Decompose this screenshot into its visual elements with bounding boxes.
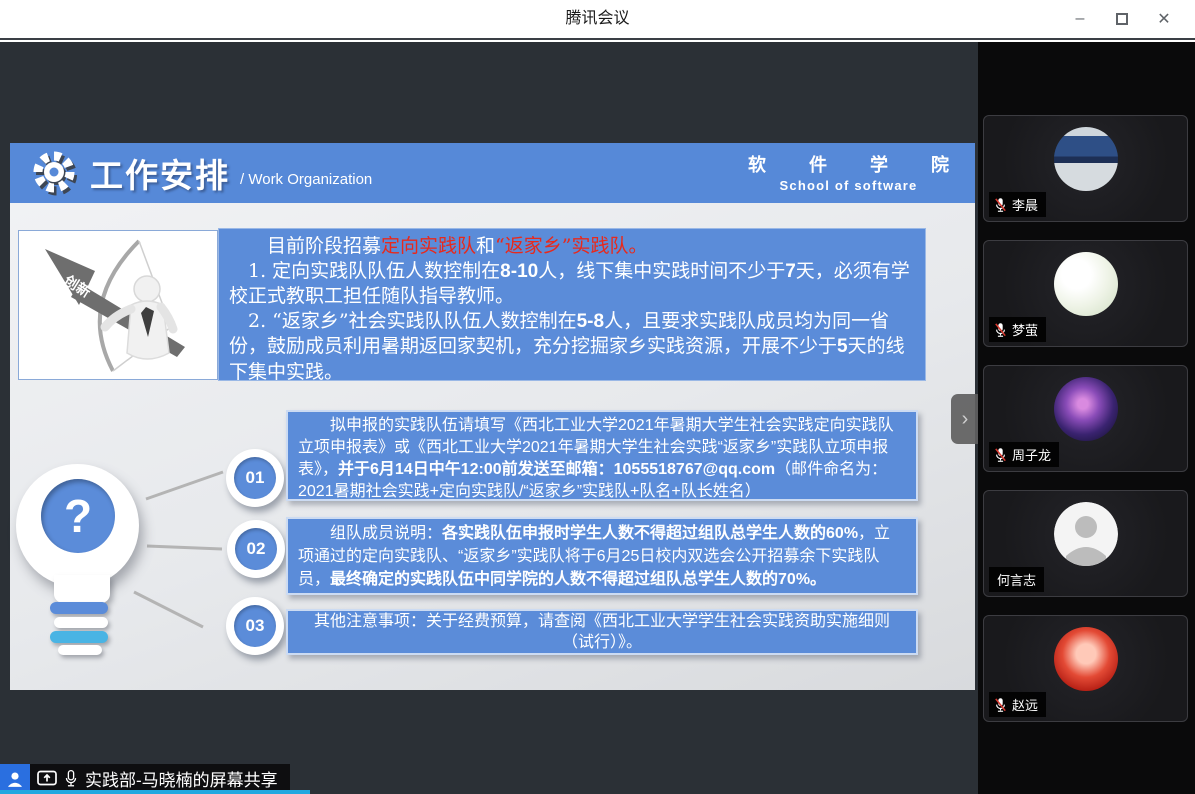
panel-expand-tab[interactable]: ›	[951, 394, 979, 444]
close-button[interactable]: ✕	[1143, 0, 1185, 38]
participant-tile[interactable]: 梦萤	[983, 240, 1188, 347]
bulb-stripe	[54, 617, 108, 628]
microphone-icon	[64, 769, 78, 788]
minimize-button[interactable]: –	[1059, 0, 1101, 38]
intro-line-1: 目前阶段招募定向实践队和“返家乡”实践队。	[229, 234, 913, 259]
participant-name-tag: 李晨	[989, 192, 1046, 217]
presentation-slide: 工作安排 / Work Organization 软 件 学 院 School …	[10, 143, 975, 690]
avatar	[1054, 252, 1118, 316]
bulb-stripe	[50, 631, 108, 643]
shared-screen-area: 工作安排 / Work Organization 软 件 学 院 School …	[0, 42, 978, 794]
participant-tile[interactable]: 李晨	[983, 115, 1188, 222]
avatar	[1054, 627, 1118, 691]
innovation-archer-image: 创新	[18, 230, 218, 380]
person-icon	[5, 769, 25, 789]
avatar	[1054, 502, 1118, 566]
window-controls: – ✕	[1059, 0, 1185, 38]
chevron-right-icon: ›	[962, 408, 969, 431]
window-titlebar[interactable]: 腾讯会议 – ✕	[0, 0, 1195, 40]
intro-rule-1: 1. 定向实践队队伍人数控制在8-10人，线下集中实践时间不少于7天，必须有学校…	[229, 259, 913, 309]
intro-rule-2: 2. “返家乡”社会实践队队伍人数控制在5-8人，且要求实践队成员均为同一省份，…	[229, 309, 913, 385]
muted-mic-icon	[994, 447, 1007, 463]
participants-panel: 李晨 梦萤	[978, 42, 1195, 794]
screen-share-icon	[37, 770, 57, 787]
screen-share-status: 实践部-马晓楠的屏幕共享	[30, 764, 290, 793]
question-mark: ?	[41, 479, 115, 553]
avatar	[1054, 377, 1118, 441]
maximize-icon	[1116, 13, 1128, 25]
item-number-03: 03	[226, 597, 284, 655]
participant-tile[interactable]: 何言志	[983, 490, 1188, 597]
item-box-notes: 其他注意事项：关于经费预算，请查阅《西北工业大学学生社会实践资助实施细则（试行）…	[286, 609, 918, 655]
slide-title-group: 工作安排 / Work Organization	[90, 143, 372, 203]
avatar	[1054, 127, 1118, 191]
item-box-members: 组队成员说明：各实践队伍申报时学生人数不得超过组队总学生人数的60%，立项通过的…	[286, 517, 918, 595]
default-avatar-icon	[1054, 502, 1118, 566]
school-name-cn: 软 件 学 院	[748, 151, 968, 177]
school-name-en: School of software	[748, 178, 949, 193]
share-owner-label: 实践部-马晓楠的屏幕共享	[85, 766, 278, 791]
slide-title: 工作安排	[90, 149, 230, 197]
participant-tile[interactable]: 周子龙	[983, 365, 1188, 472]
muted-mic-icon	[994, 197, 1007, 213]
participant-tile[interactable]: 赵远	[983, 615, 1188, 722]
gear-icon	[32, 150, 78, 196]
bulb-stripe	[58, 645, 102, 655]
maximize-button[interactable]	[1101, 0, 1143, 38]
bulb-stripe	[50, 602, 108, 614]
share-indicator-bar	[0, 790, 310, 794]
slide-header: 工作安排 / Work Organization 软 件 学 院 School …	[10, 143, 975, 203]
muted-mic-icon	[994, 322, 1007, 338]
participant-name-tag: 赵远	[989, 692, 1046, 717]
participant-name-tag: 何言志	[989, 567, 1044, 592]
bulb-neck	[54, 575, 110, 603]
participant-name-tag: 周子龙	[989, 442, 1059, 467]
participant-name-tag: 梦萤	[989, 317, 1046, 342]
slide-subtitle: / Work Organization	[240, 171, 372, 188]
item-box-application: 拟申报的实践队伍请填写《西北工业大学2021年暑期大学生社会实践定向实践队立项申…	[286, 410, 918, 501]
item-number-01: 01	[226, 449, 284, 507]
muted-mic-icon	[994, 697, 1007, 713]
window-title: 腾讯会议	[0, 0, 1195, 38]
school-logo-text: 软 件 学 院 School of software	[748, 151, 949, 193]
tencent-meeting-window: 腾讯会议 – ✕	[0, 0, 1195, 794]
item-number-02: 02	[227, 520, 285, 578]
recruitment-intro-box: 目前阶段招募定向实践队和“返家乡”实践队。 1. 定向实践队队伍人数控制在8-1…	[218, 228, 926, 381]
presenter-icon	[0, 764, 30, 793]
